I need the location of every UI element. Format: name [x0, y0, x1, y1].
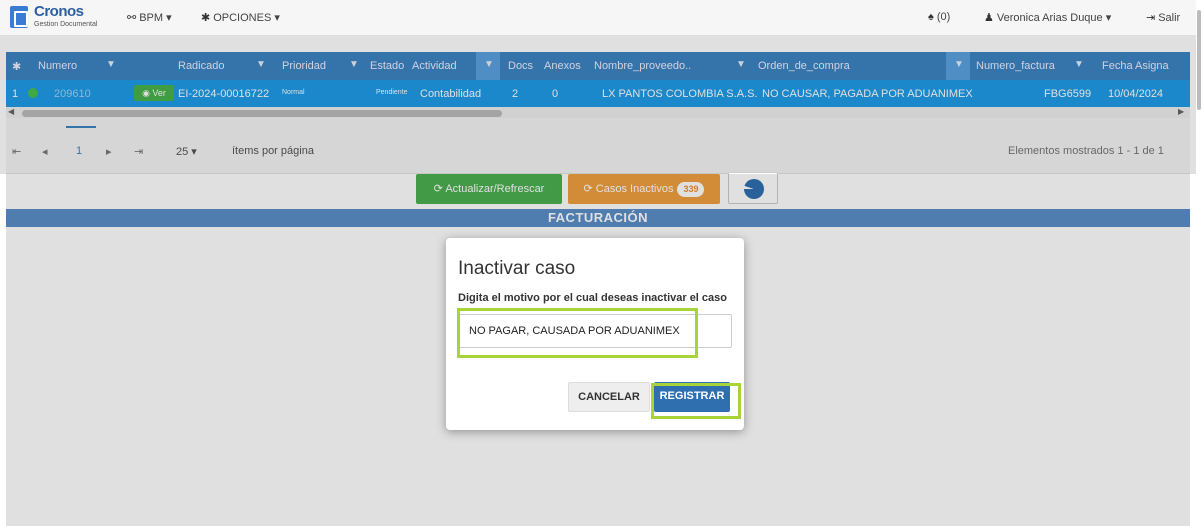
menu-options-label: OPCIONES ▾	[213, 12, 280, 24]
notifications-button[interactable]: ♠ (0)	[928, 11, 950, 23]
document-icon	[10, 6, 28, 28]
bell-icon: ♠	[928, 11, 934, 23]
register-highlight	[651, 383, 741, 419]
input-highlight	[457, 308, 698, 358]
user-name: Veronica Arias Duque ▾	[996, 12, 1112, 24]
logout-label: Salir	[1158, 12, 1181, 24]
sign-out-icon: ⇥	[1146, 12, 1156, 24]
modal-title: Inactivar caso	[458, 258, 576, 279]
top-navbar: Cronos Gestion Documental ⚯ BPM ▾ ✱ OPCION…	[0, 0, 1203, 36]
logout-button[interactable]: ⇥ Salir	[1146, 11, 1180, 24]
reason-label: Digita el motivo por el cual deseas inac…	[458, 292, 727, 304]
menu-bpm[interactable]: ⚯ BPM ▾	[127, 11, 172, 24]
sitemap-icon: ⚯	[127, 12, 137, 24]
app-subtitle: Gestion Documental	[34, 21, 98, 28]
modal-backdrop	[0, 36, 1196, 174]
user-icon: ♟	[984, 12, 994, 24]
app-name: Cronos	[34, 3, 84, 20]
gear-icon: ✱	[201, 12, 211, 24]
cancel-button[interactable]: CANCELAR	[568, 382, 650, 412]
menu-bpm-label: BPM ▾	[139, 12, 172, 24]
notifications-count: (0)	[936, 11, 951, 23]
vertical-scrollbar-thumb[interactable]	[1197, 10, 1201, 110]
menu-options[interactable]: ✱ OPCIONES ▾	[201, 11, 280, 24]
app-logo[interactable]: Cronos Gestion Documental	[10, 3, 120, 33]
user-menu[interactable]: ♟ Veronica Arias Duque ▾	[984, 11, 1111, 24]
